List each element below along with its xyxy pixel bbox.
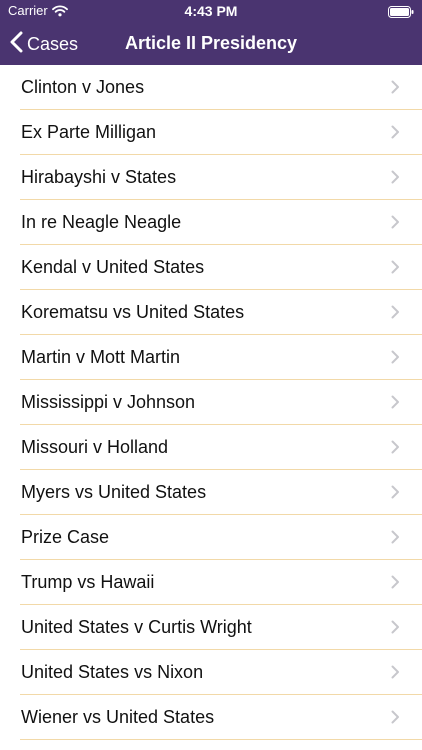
chevron-right-icon (391, 485, 400, 504)
list-item[interactable]: Ex Parte Milligan (20, 110, 422, 155)
list-item[interactable]: Missouri v Holland (20, 425, 422, 470)
chevron-right-icon (391, 305, 400, 324)
navigation-header: Carrier 4:43 PM Cases Article II Preside… (0, 0, 422, 65)
chevron-right-icon (391, 395, 400, 414)
list-item-label: In re Neagle Neagle (21, 212, 182, 232)
list-item[interactable]: United States vs Nixon (20, 650, 422, 695)
list-item-label: Wiener vs United States (21, 707, 215, 727)
battery-icon (388, 5, 414, 23)
chevron-right-icon (391, 125, 400, 144)
chevron-right-icon (391, 575, 400, 594)
list-item[interactable]: United States v Curtis Wright (20, 605, 422, 650)
nav-bar: Cases Article II Presidency (0, 22, 422, 65)
list-item[interactable]: Kendal v United States (20, 245, 422, 290)
chevron-right-icon (391, 665, 400, 684)
chevron-right-icon (391, 530, 400, 549)
list-item-label: Mississippi v Johnson (21, 392, 196, 412)
list-item-label: Ex Parte Milligan (21, 122, 157, 142)
list-item[interactable]: Hirabayshi v States (20, 155, 422, 200)
status-bar: Carrier 4:43 PM (0, 0, 422, 22)
list-item[interactable]: Wiener vs United States (20, 695, 422, 740)
list-item-label: United States vs Nixon (21, 662, 204, 682)
list-item-label: Prize Case (21, 527, 110, 547)
list-item-label: Trump vs Hawaii (21, 572, 155, 592)
list-item-label: Hirabayshi v States (21, 167, 177, 187)
chevron-right-icon (391, 80, 400, 99)
chevron-right-icon (391, 215, 400, 234)
list-item[interactable]: Prize Case (20, 515, 422, 560)
chevron-right-icon (391, 260, 400, 279)
list-item-label: Kendal v United States (21, 257, 205, 277)
list-item-label: Korematsu vs United States (21, 302, 245, 322)
clock: 4:43 PM (184, 3, 238, 19)
list-item-label: Missouri v Holland (21, 437, 169, 457)
list-item-label: Martin v Mott Martin (21, 347, 181, 367)
list-item[interactable]: Clinton v Jones (20, 65, 422, 110)
list-item-label: United States v Curtis Wright (21, 617, 252, 637)
case-list: Clinton v Jones Ex Parte Milligan Hiraba… (0, 65, 422, 740)
chevron-right-icon (391, 440, 400, 459)
list-item[interactable]: Trump vs Hawaii (20, 560, 422, 605)
chevron-right-icon (391, 620, 400, 639)
chevron-right-icon (391, 350, 400, 369)
list-item[interactable]: Myers vs United States (20, 470, 422, 515)
list-item[interactable]: In re Neagle Neagle (20, 200, 422, 245)
page-title: Article II Presidency (124, 33, 298, 53)
chevron-right-icon (391, 170, 400, 189)
list-item[interactable]: Mississippi v Johnson (20, 380, 422, 425)
chevron-right-icon (391, 710, 400, 729)
list-item-label: Clinton v Jones (21, 77, 145, 97)
list-item[interactable]: Korematsu vs United States (20, 290, 422, 335)
list-item-label: Myers vs United States (21, 482, 207, 502)
list-item[interactable]: Martin v Mott Martin (20, 335, 422, 380)
